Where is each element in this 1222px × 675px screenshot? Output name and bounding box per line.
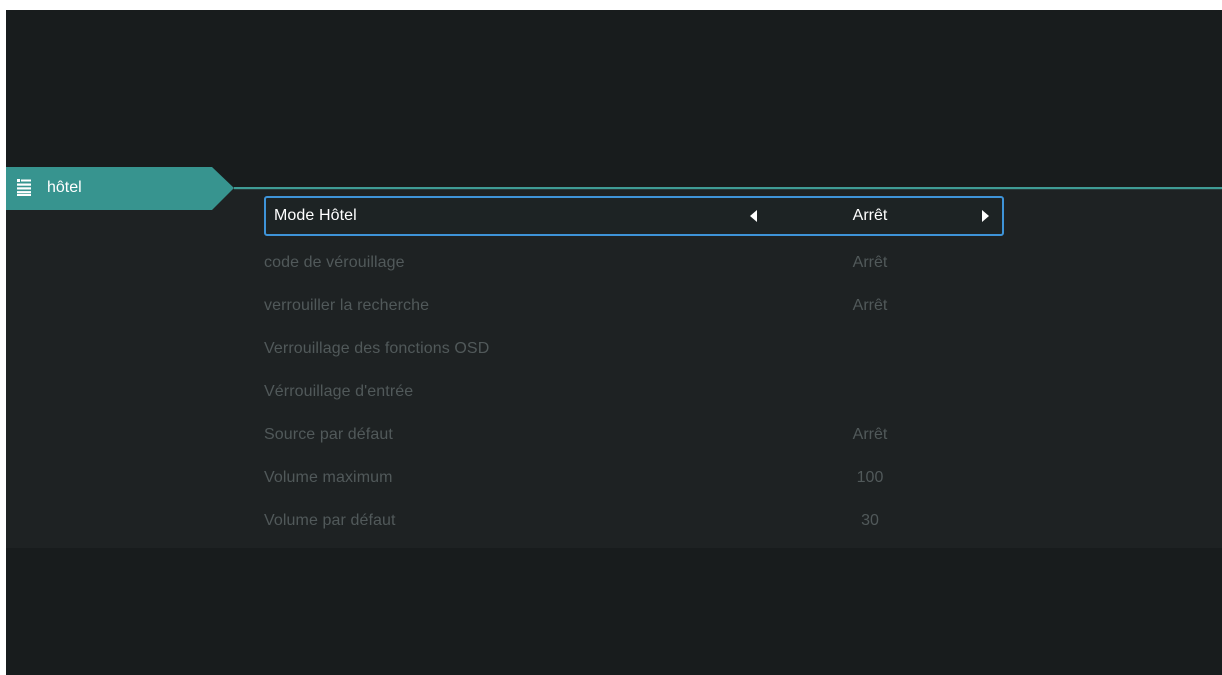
category-label: hôtel <box>47 179 82 196</box>
menu-item-verrouiller-recherche[interactable]: verrouiller la recherche Arrêt <box>264 286 1004 326</box>
menu-item-label: Verrouillage des fonctions OSD <box>264 340 490 357</box>
category-tab-hotel[interactable]: hôtel <box>6 167 234 210</box>
menu-item-value: Arrêt <box>852 207 888 224</box>
menu-item-label: Source par défaut <box>264 426 393 443</box>
arrow-right-icon[interactable] <box>982 210 989 222</box>
menu-item-value: 100 <box>856 469 884 486</box>
menu-item-volume-maximum[interactable]: Volume maximum 100 <box>264 458 1004 498</box>
menu-item-source-par-defaut[interactable]: Source par défaut Arrêt <box>264 415 1004 455</box>
menu-item-label: code de vérouillage <box>264 254 405 271</box>
menu-item-mode-hotel[interactable]: Mode Hôtel Arrêt <box>264 196 1004 236</box>
menu-item-value: Arrêt <box>852 297 888 314</box>
arrow-left-icon[interactable] <box>750 210 757 222</box>
menu-item-label: verrouiller la recherche <box>264 297 430 314</box>
menu-item-label: Volume par défaut <box>264 512 396 529</box>
tv-screen: hôtel Mode Hôtel Arrêt code de vérouilla… <box>6 10 1222 675</box>
menu-item-code-verrouillage[interactable]: code de vérouillage Arrêt <box>264 243 1004 283</box>
menu-item-label: Mode Hôtel <box>274 207 357 224</box>
menu-item-volume-par-defaut[interactable]: Volume par défaut 30 <box>264 501 1004 541</box>
menu-item-value: Arrêt <box>852 254 888 271</box>
menu-item-verrouillage-entree[interactable]: Vérrouillage d'entrée <box>264 372 1004 412</box>
menu-item-value: Arrêt <box>852 426 888 443</box>
menu-item-verrouillage-osd[interactable]: Verrouillage des fonctions OSD <box>264 329 1004 369</box>
menu-item-label: Volume maximum <box>264 469 393 486</box>
menu-item-value: 30 <box>861 512 879 529</box>
header-divider-shadow <box>234 189 1222 190</box>
menu-list-icon <box>17 179 31 196</box>
menu-item-label: Vérrouillage d'entrée <box>264 383 414 400</box>
